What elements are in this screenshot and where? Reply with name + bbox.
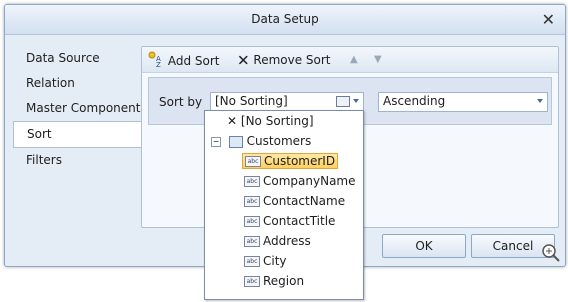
sidebar-item-label: Filters: [26, 153, 62, 167]
sort-direction-value: Ascending: [383, 94, 446, 108]
text-field-icon: abc: [245, 156, 261, 167]
add-sort-button[interactable]: AZ Add Sort: [148, 51, 219, 69]
field-item-address[interactable]: abc Address: [244, 232, 311, 250]
text-field-icon: abc: [244, 276, 260, 287]
move-down-icon[interactable]: ▼: [374, 51, 382, 69]
text-field-icon: abc: [244, 256, 260, 267]
sidebar-item-master-component[interactable]: Master Component: [13, 96, 141, 121]
field-label: ContactName: [263, 194, 346, 208]
sidebar-item-label: Data Source: [26, 51, 100, 65]
close-icon: ✕: [227, 114, 238, 128]
field-label: City: [263, 254, 287, 268]
field-label: CompanyName: [263, 174, 356, 188]
close-icon[interactable]: ✕: [542, 10, 555, 29]
tree-node-customers[interactable]: − Customers: [211, 132, 311, 150]
sidebar-item-label: Sort: [27, 127, 52, 141]
ok-button[interactable]: OK: [382, 234, 466, 258]
table-icon: [228, 135, 243, 148]
field-item-contacttitle[interactable]: abc ContactTitle: [244, 212, 335, 230]
field-item-city[interactable]: abc City: [244, 252, 287, 270]
field-item-region[interactable]: abc Region: [244, 272, 304, 290]
no-sorting-label: [No Sorting]: [240, 114, 314, 128]
field-label: Region: [263, 274, 305, 288]
sidebar-item-label: Relation: [26, 76, 75, 90]
dialog-title: Data Setup: [251, 12, 319, 26]
field-item-customerid[interactable]: abc CustomerID: [242, 152, 339, 170]
group-label: Customers: [246, 134, 312, 148]
sidebar-item-label: Master Component: [26, 101, 141, 115]
remove-sort-button[interactable]: ✕ Remove Sort: [237, 51, 331, 70]
add-sort-label: Add Sort: [167, 54, 220, 68]
chevron-down-icon[interactable]: [353, 99, 359, 103]
zoom-icon[interactable]: [541, 243, 561, 266]
remove-icon: ✕: [237, 51, 250, 70]
title-bar: Data Setup ✕: [5, 5, 565, 35]
no-sorting-item[interactable]: ✕ [No Sorting]: [227, 112, 314, 130]
toolbar: AZ Add Sort ✕ Remove Sort ▲ ▼: [142, 47, 558, 73]
cancel-label: Cancel: [492, 239, 534, 253]
text-field-icon: abc: [244, 236, 260, 247]
sidebar-item-relation[interactable]: Relation: [13, 71, 141, 96]
sort-by-label: Sort by: [159, 95, 203, 109]
add-sort-icon: AZ: [148, 51, 164, 72]
sidebar-item-data-source[interactable]: Data Source: [13, 46, 141, 71]
field-item-companyname[interactable]: abc CompanyName: [244, 172, 356, 190]
text-field-icon: abc: [244, 176, 260, 187]
field-item-contactname[interactable]: abc ContactName: [244, 192, 345, 210]
sort-direction-combo[interactable]: Ascending: [378, 92, 548, 112]
sort-field-dropdown: ✕ [No Sorting] − Customers abc CustomerID…: [204, 110, 364, 300]
field-label: Address: [263, 234, 311, 248]
field-label: CustomerID: [264, 154, 336, 168]
collapse-icon[interactable]: −: [211, 136, 221, 147]
remove-sort-label: Remove Sort: [253, 53, 331, 67]
text-field-icon: abc: [244, 196, 260, 207]
chevron-down-icon[interactable]: [537, 99, 543, 103]
field-label: ContactTitle: [263, 214, 336, 228]
sidebar-item-filters[interactable]: Filters: [13, 148, 141, 173]
sidebar-item-sort[interactable]: Sort: [13, 121, 145, 148]
column-picker-icon[interactable]: [336, 96, 350, 107]
ok-label: OK: [415, 239, 433, 253]
move-up-icon[interactable]: ▲: [350, 51, 358, 69]
sidebar: Data Source Relation Master Component So…: [13, 46, 145, 173]
text-field-icon: abc: [244, 216, 260, 227]
sort-field-value: [No Sorting]: [215, 94, 288, 108]
sort-field-combo[interactable]: [No Sorting]: [210, 92, 364, 112]
svg-text:Z: Z: [156, 61, 161, 67]
